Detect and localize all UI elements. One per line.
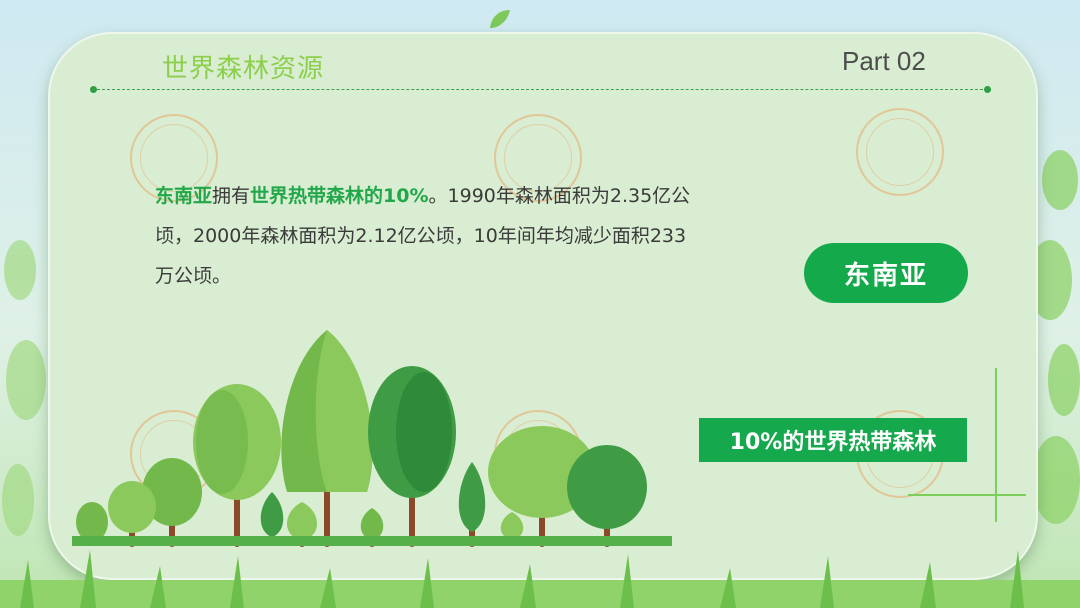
text-segment: 世界热带森林的10% <box>250 185 429 207</box>
part-label: Part 02 <box>842 46 926 76</box>
page-title: 世界森林资源 <box>162 54 325 84</box>
grass-border <box>0 550 1080 608</box>
region-pill: 东南亚 <box>804 243 968 303</box>
divider-dot-right <box>984 86 991 93</box>
leaf-icon <box>490 10 510 28</box>
text-segment: 东南亚 <box>155 185 213 207</box>
body-paragraph: 东南亚拥有世界热带森林的10%。1990年森林面积为2.35亿公顷，2000年森… <box>155 176 695 296</box>
content-card: 世界森林资源 Part 02 东南亚拥有世界热带森林的10%。1990年森林面积… <box>48 32 1038 580</box>
decor-vertical-line <box>995 368 997 522</box>
forest-illustration <box>72 330 672 547</box>
highlight-banner: 10%的世界热带森林 <box>699 418 967 462</box>
text-segment: 拥有 <box>212 185 251 207</box>
decor-horizontal-line <box>908 494 1026 496</box>
header-divider <box>92 89 988 90</box>
watermark-stamp <box>856 108 944 196</box>
